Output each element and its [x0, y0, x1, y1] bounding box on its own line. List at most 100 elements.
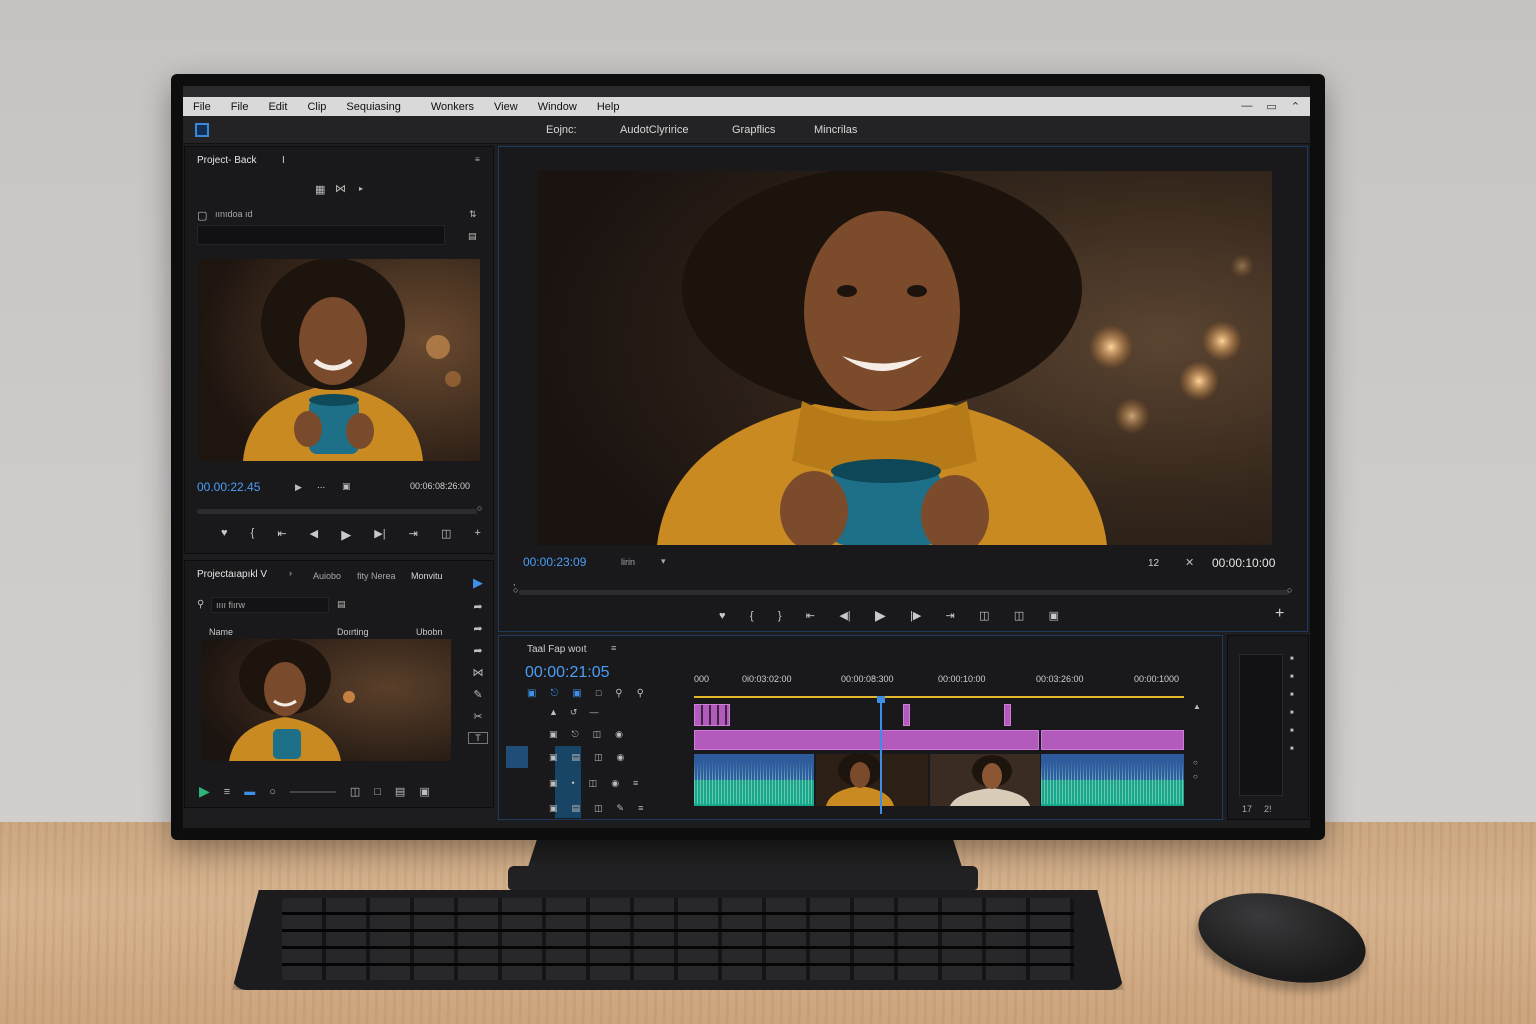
quality-value[interactable]: 12 [1148, 558, 1159, 569]
settings-square-icon[interactable]: ▣ [342, 481, 351, 492]
step-forward-icon[interactable]: ▶| [374, 527, 385, 543]
ripple-edit-icon[interactable]: ➦ [473, 622, 482, 635]
fit-dropdown[interactable]: lirin [621, 557, 635, 567]
linked-selection-icon[interactable]: ▣ [572, 688, 581, 699]
nest-icon[interactable]: ▣ [527, 688, 536, 699]
play-icon[interactable]: ▶ [341, 527, 351, 543]
insert-clip-icon[interactable]: ◫ [441, 527, 451, 543]
scroll-mid-icon[interactable]: ○ [1193, 758, 1198, 767]
mark-in-icon[interactable]: { [251, 527, 255, 543]
program-marker-icon[interactable]: ♥ [719, 610, 726, 622]
menu-clip[interactable]: Clip [297, 101, 336, 113]
track-output-icon-a2[interactable]: ◫ [594, 803, 603, 814]
playhead[interactable] [877, 696, 885, 814]
extract-icon[interactable]: ◫ [1014, 609, 1024, 622]
track-mute-icon-a1[interactable]: ◉ [611, 778, 619, 789]
timeline-vertical-scroll[interactable]: ▲ ○ ○ [1193, 702, 1205, 812]
menu-view[interactable]: View [484, 101, 528, 113]
workspace-tab-libraries[interactable]: Mincrilas [814, 124, 857, 136]
source-panel-title[interactable]: Project- Back [197, 155, 256, 166]
sequence-tab[interactable]: Taal Fap woıt [527, 644, 586, 655]
list-icon[interactable]: ≡ [224, 786, 230, 798]
fit-dropdown-caret-icon[interactable]: ▾ [661, 556, 666, 567]
project-tab-audio[interactable]: Auiobo [313, 571, 341, 581]
track-output-icon-v1[interactable]: ◫ [594, 752, 603, 763]
project-clip-thumbnail[interactable] [201, 639, 451, 761]
track-select-icon[interactable]: ➦ [473, 600, 482, 613]
chevron-up-icon[interactable]: ⌃ [1291, 100, 1300, 113]
scroll-mid-icon-2[interactable]: ○ [1193, 772, 1198, 781]
track-lock-icon-a2[interactable]: ▣ [549, 803, 558, 814]
play-small-icon[interactable]: ▶ [295, 482, 302, 493]
scrub-start-icon[interactable]: ○ [513, 585, 518, 595]
marker-icon[interactable]: ♥ [221, 527, 228, 543]
arrow-small-icon[interactable]: ▸ [359, 184, 363, 193]
bin-icon[interactable]: ▤ [337, 599, 346, 610]
list-view-icon[interactable]: ▤ [468, 231, 477, 242]
wrench-timeline-icon[interactable]: ⚲ [615, 688, 622, 699]
workspace-tab-audio[interactable]: AudotClyririce [620, 124, 688, 136]
program-mark-in-icon[interactable]: { [750, 610, 754, 622]
trash-icon[interactable]: ▣ [419, 785, 429, 798]
insert-icon[interactable]: ▦ [315, 183, 325, 196]
menu-file-2[interactable]: File [221, 101, 259, 113]
column-usage[interactable]: Ubobn [416, 627, 443, 637]
work-area-bar[interactable] [694, 696, 1184, 698]
track-target-icon[interactable]: — [589, 707, 598, 718]
project-search-input[interactable]: ıııı fiırw [211, 597, 329, 613]
marker-clip-a[interactable] [903, 704, 910, 726]
zoom-slider[interactable] [289, 790, 336, 793]
play-green-icon[interactable]: ▶ [199, 783, 210, 800]
razor-tool-icon[interactable]: ✂ [473, 710, 482, 723]
zoom-circle-icon[interactable]: ○ [269, 786, 276, 798]
video-clip-thumb-1[interactable] [816, 754, 928, 806]
project-tab-media[interactable]: fity Nerea [357, 571, 396, 581]
program-timecode-current[interactable]: 00:00:23:09 [523, 555, 586, 569]
track-lock-icon-v2[interactable]: ▣ [549, 729, 558, 740]
menu-window[interactable]: Window [528, 101, 587, 113]
add-button-icon[interactable]: + [474, 527, 480, 543]
new-item-icon[interactable]: ▤ [395, 785, 405, 798]
slip-tool-icon[interactable]: ⋈ [473, 666, 484, 679]
program-go-to-in-icon[interactable]: ⇤ [806, 609, 815, 622]
selection-tool-icon[interactable]: ▶ [473, 575, 483, 591]
menu-edit[interactable]: Edit [258, 101, 297, 113]
sort-icon[interactable]: ⇅ [469, 209, 477, 220]
program-scrubber[interactable] [519, 590, 1289, 595]
track-sync-icon-a1[interactable]: • [572, 778, 575, 789]
audio-video-clip-1[interactable] [694, 754, 814, 806]
program-play-icon[interactable]: ▶ [875, 607, 886, 624]
marker-clip-b[interactable] [1004, 704, 1011, 726]
playhead-handle[interactable] [877, 696, 885, 703]
wrench-icon[interactable]: ✕ [1185, 556, 1194, 569]
track-output-icon-a1[interactable]: ◫ [589, 778, 598, 789]
add-control-icon[interactable]: + [1275, 605, 1284, 623]
menu-sequence[interactable]: Sequiasing [336, 101, 420, 113]
pen-tool-icon[interactable]: ✎ [473, 688, 482, 701]
track-sync-icon-v2[interactable]: ⎋ [572, 729, 579, 740]
track-sync-icon-a2[interactable]: ▤ [572, 803, 581, 814]
freeform-icon[interactable]: ◫ [350, 785, 360, 798]
rolling-edit-icon[interactable]: ➦ [473, 644, 482, 657]
track-solo-icon-a1[interactable]: ≡ [633, 778, 638, 789]
panel-overflow-icon[interactable]: › [289, 568, 292, 578]
menu-help[interactable]: Help [587, 101, 630, 113]
bowtie-icon[interactable]: ⋈ [335, 182, 346, 195]
track-lock-icon-a1[interactable]: ▣ [549, 778, 558, 789]
column-name[interactable]: Name [209, 627, 233, 637]
audio-video-clip-2[interactable] [1041, 754, 1184, 806]
track-eye-icon-v2[interactable]: ◉ [615, 729, 623, 740]
lift-icon[interactable]: ◫ [979, 609, 989, 622]
graphics-clip-1[interactable] [694, 730, 1039, 750]
minimize-icon[interactable]: — [1241, 100, 1252, 113]
video-clip-thumb-2[interactable] [930, 754, 1040, 806]
panel-menu-icon[interactable]: ≡ [475, 155, 480, 164]
project-tab-monitor[interactable]: Monvitu [411, 571, 443, 581]
program-go-to-out-icon[interactable]: ⇥ [946, 609, 955, 622]
track-lock-icon-v1[interactable]: ▣ [549, 752, 558, 763]
workspace-tab-editing[interactable]: Eojnc: [546, 124, 577, 136]
source-timecode-current[interactable]: 00.00:22.45 [197, 480, 260, 494]
marker-clip-group[interactable] [694, 704, 730, 726]
project-panel-title[interactable]: Projectaıapıkl V [197, 569, 267, 580]
scrub-end-icon[interactable]: ○ [477, 503, 482, 513]
